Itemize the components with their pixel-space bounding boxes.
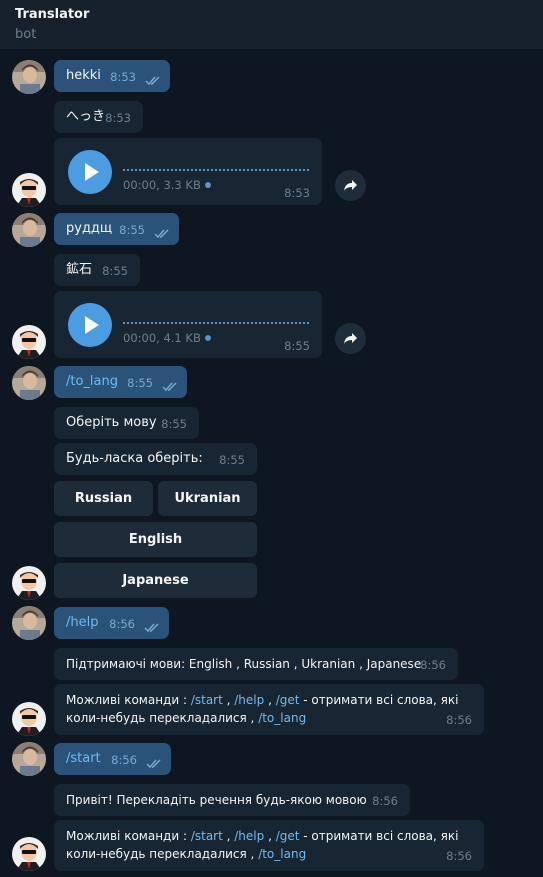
double-check-icon (154, 229, 169, 239)
message-text: へっき (66, 109, 106, 124)
command-link[interactable]: /start (191, 829, 223, 843)
command-link[interactable]: /to_lang (258, 711, 306, 725)
outgoing-message[interactable]: hekki 8:53 (54, 60, 170, 92)
message-time: 8:53 (110, 70, 136, 84)
voice-message[interactable]: 00:00, 4.1 KB 8:55 (54, 291, 322, 358)
command-link[interactable]: /get (276, 829, 300, 843)
message-text: коли-небудь перекладалися , /to_lang (66, 711, 307, 725)
command-link[interactable]: /help (66, 615, 98, 630)
message-time: 8:56 (109, 617, 135, 631)
message-time: 8:56 (420, 658, 446, 672)
waveform[interactable] (123, 169, 309, 171)
message-text: Привіт! Перекладіть речення будь-якою мо… (66, 793, 367, 807)
command-link[interactable]: /start (191, 693, 223, 707)
bot-avatar[interactable] (12, 325, 46, 359)
message-text: руддщ (66, 221, 113, 236)
message-time: 8:53 (284, 186, 310, 200)
message-time: 8:56 (372, 794, 398, 808)
outgoing-message[interactable]: /help 8:56 (54, 607, 169, 639)
share-arrow-icon (344, 333, 357, 344)
waveform[interactable] (123, 322, 309, 324)
bot-avatar[interactable] (12, 702, 46, 736)
command-link[interactable]: /start (66, 751, 101, 766)
incoming-message[interactable]: 鉱石 8:55 (54, 254, 140, 286)
message-time: 8:53 (105, 111, 131, 125)
incoming-message[interactable]: Привіт! Перекладіть речення будь-якою мо… (54, 784, 410, 816)
incoming-message[interactable]: へっき 8:53 (54, 101, 143, 133)
double-check-icon (146, 759, 161, 769)
message-time: 8:56 (111, 753, 137, 767)
message-text: Підтримаючі мови: English , Russian , Uk… (66, 657, 422, 671)
keyboard-button-english[interactable]: English (54, 522, 257, 557)
incoming-message[interactable]: Будь-ласка оберіть: 8:55 (54, 443, 257, 475)
outgoing-message[interactable]: /start 8:56 (54, 743, 171, 775)
message-time: 8:55 (102, 264, 128, 278)
message-text: Оберіть мову (66, 415, 157, 430)
command-link[interactable]: /to_lang (66, 374, 118, 389)
message-text: 鉱石 (66, 262, 93, 277)
chat-header[interactable]: Translator bot (0, 0, 543, 50)
outgoing-message[interactable]: руддщ 8:55 (54, 213, 179, 245)
chat-title: Translator (15, 7, 90, 22)
message-time: 8:55 (161, 417, 187, 431)
voice-meta: 00:00, 3.3 KB (123, 178, 211, 192)
command-link[interactable]: /get (276, 693, 300, 707)
bot-avatar[interactable] (12, 566, 46, 600)
keyboard-button-russian[interactable]: Russian (54, 481, 153, 516)
play-icon[interactable] (68, 150, 112, 194)
message-time: 8:55 (219, 453, 245, 467)
bot-avatar[interactable] (12, 837, 46, 871)
user-avatar[interactable] (12, 366, 46, 400)
share-arrow-icon (344, 180, 357, 191)
message-time: 8:56 (446, 849, 472, 863)
incoming-message[interactable]: Можливі команди : /start , /help , /get … (54, 684, 484, 735)
message-time: 8:55 (127, 376, 153, 390)
user-avatar[interactable] (12, 213, 46, 247)
message-text: Можливі команди : /start , /help , /get … (66, 829, 459, 843)
keyboard-button-ukranian[interactable]: Ukranian (158, 481, 257, 516)
share-button[interactable] (335, 170, 366, 201)
double-check-icon (144, 623, 159, 633)
message-time: 8:55 (119, 223, 145, 237)
user-avatar[interactable] (12, 60, 46, 94)
bot-avatar[interactable] (12, 173, 46, 207)
chat-subtitle: bot (15, 27, 37, 42)
voice-message[interactable]: 00:00, 3.3 KB 8:53 (54, 138, 322, 205)
message-text: Можливі команди : /start , /help , /get … (66, 693, 459, 707)
command-link[interactable]: /help (234, 693, 264, 707)
message-time: 8:56 (446, 713, 472, 727)
message-time: 8:55 (284, 339, 310, 353)
command-link[interactable]: /to_lang (258, 847, 306, 861)
message-text: hekki (66, 68, 101, 83)
keyboard-button-japanese[interactable]: Japanese (54, 563, 257, 598)
outgoing-message[interactable]: /to_lang 8:55 (54, 366, 187, 398)
user-avatar[interactable] (12, 606, 46, 640)
incoming-message[interactable]: Оберіть мову 8:55 (54, 407, 199, 439)
user-avatar[interactable] (12, 742, 46, 776)
voice-meta: 00:00, 4.1 KB (123, 331, 211, 345)
play-icon[interactable] (68, 303, 112, 347)
incoming-message[interactable]: Можливі команди : /start , /help , /get … (54, 820, 484, 871)
message-text: Будь-ласка оберіть: (66, 451, 203, 466)
incoming-message[interactable]: Підтримаючі мови: English , Russian , Uk… (54, 648, 458, 680)
command-link[interactable]: /help (234, 829, 264, 843)
message-text: коли-небудь перекладалися , /to_lang (66, 847, 307, 861)
double-check-icon (162, 382, 177, 392)
share-button[interactable] (335, 323, 366, 354)
double-check-icon (145, 76, 160, 86)
